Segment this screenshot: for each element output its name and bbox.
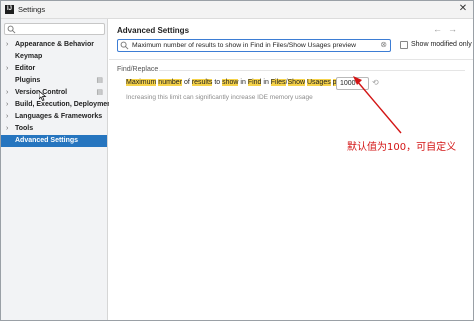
chevron-right-icon[interactable]: ›	[6, 111, 8, 123]
sidebar-item-editor[interactable]: › Editor	[1, 63, 107, 75]
project-settings-icon: ▤	[96, 89, 103, 96]
mouse-cursor-icon	[39, 91, 47, 101]
settings-tree: › Appearance & Behavior Keymap › Editor Plugi…	[1, 39, 114, 147]
sidebar-item-label: Appearance & Behavior	[15, 41, 94, 48]
sidebar-item-label: Plugins	[15, 77, 41, 84]
project-settings-icon: ▤	[96, 77, 103, 84]
search-match-highlight: number	[158, 79, 183, 86]
sidebar-item-label: Keymap	[15, 53, 43, 60]
back-arrow-icon[interactable]: ←	[433, 24, 442, 34]
show-modified-checkbox[interactable]	[400, 41, 408, 49]
chevron-right-icon[interactable]: ›	[6, 87, 8, 99]
max-results-input[interactable]	[336, 77, 369, 90]
option-label-text: in	[238, 79, 248, 86]
group-separator	[159, 70, 465, 71]
sidebar-item-build-execution-deployment[interactable]: › Build, Execution, Deployment	[1, 99, 114, 111]
show-modified-label[interactable]: Show modified only	[411, 41, 472, 48]
group-title-find-replace: Find/Replace	[117, 66, 159, 73]
sidebar-item-label: Advanced Settings	[15, 137, 79, 144]
title-bar: IJ Settings ✕	[1, 1, 473, 19]
sidebar-search-input[interactable]	[17, 25, 103, 34]
max-results-option-label: Maximum number of results to show in Fin…	[126, 79, 357, 86]
nav-arrows: ← →	[427, 24, 457, 34]
chevron-right-icon[interactable]: ›	[6, 99, 8, 111]
chevron-right-icon[interactable]: ›	[6, 123, 8, 135]
sidebar-item-plugins[interactable]: Plugins ▤	[1, 75, 107, 87]
search-icon	[7, 25, 16, 34]
sidebar-item-version-control[interactable]: › Version Control ▤	[1, 87, 107, 99]
search-match-highlight: Maximum	[126, 79, 157, 86]
option-label-text: to	[212, 79, 223, 86]
main-panel: Advanced Settings ← → Maximum number of r…	[109, 19, 473, 320]
forward-arrow-icon[interactable]: →	[448, 24, 457, 34]
sidebar-search-box[interactable]	[4, 23, 105, 35]
reset-icon[interactable]: ⟲	[372, 79, 380, 87]
option-label-text: of	[182, 79, 192, 86]
search-icon	[120, 41, 129, 50]
app-logo: IJ	[5, 5, 14, 14]
settings-window: IJ Settings ✕ › Appearance & Behavior Keym…	[0, 0, 474, 321]
sidebar-item-label: Languages & Frameworks	[15, 113, 103, 120]
page-title: Advanced Settings	[117, 26, 190, 35]
search-match-highlight: Files	[270, 79, 286, 86]
annotation-text: 默认值为100，可自定义	[347, 142, 457, 153]
search-input-value[interactable]: Maximum number of results to show in Fin…	[132, 42, 356, 49]
search-match-highlight: Usages	[306, 79, 331, 86]
clear-search-icon[interactable]: ⊗	[380, 40, 387, 49]
sidebar-item-label: Build, Execution, Deployment	[15, 101, 114, 108]
option-hint: Increasing this limit can significantly …	[126, 94, 313, 101]
search-match-highlight: Show	[287, 79, 306, 86]
sidebar: › Appearance & Behavior Keymap › Editor Plugi…	[1, 19, 114, 320]
chevron-right-icon[interactable]: ›	[6, 63, 8, 75]
sidebar-item-languages-frameworks[interactable]: › Languages & Frameworks	[1, 111, 107, 123]
close-icon[interactable]: ✕	[457, 3, 469, 15]
sidebar-item-advanced-settings[interactable]: Advanced Settings	[1, 135, 107, 147]
search-match-highlight: results	[191, 79, 213, 86]
sidebar-item-label: Tools	[15, 125, 34, 132]
option-label-text: in	[261, 79, 271, 86]
search-match-highlight: Find	[247, 79, 262, 86]
sidebar-item-label: Editor	[15, 65, 36, 72]
sidebar-item-tools[interactable]: › Tools	[1, 123, 107, 135]
divider	[109, 59, 473, 60]
sidebar-item-keymap[interactable]: Keymap	[1, 51, 107, 63]
chevron-right-icon[interactable]: ›	[6, 39, 8, 51]
sidebar-item-appearance-behavior[interactable]: › Appearance & Behavior	[1, 39, 107, 51]
search-match-highlight: show	[222, 79, 239, 86]
window-title: Settings	[18, 5, 46, 14]
settings-search-field[interactable]: Maximum number of results to show in Fin…	[117, 39, 391, 52]
